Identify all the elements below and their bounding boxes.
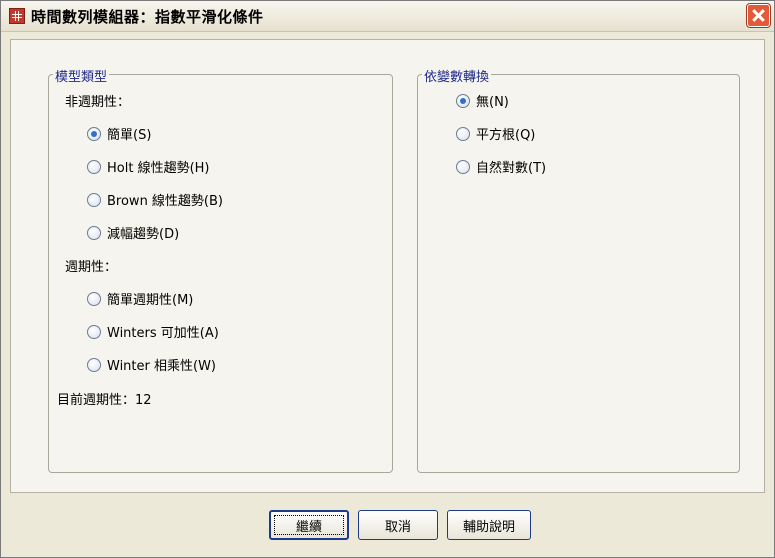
title-bar[interactable]: 時間數列模組器：指數平滑化條件 xyxy=(1,1,774,32)
radio-button-icon[interactable] xyxy=(87,324,101,339)
radio-button-icon[interactable] xyxy=(87,357,101,372)
radio-simple-seasonal[interactable]: 簡單週期性(M) xyxy=(87,289,193,308)
radio-simple[interactable]: 簡單(S) xyxy=(87,124,151,143)
cancel-button[interactable]: 取消 xyxy=(358,510,438,540)
close-button[interactable] xyxy=(747,4,770,27)
radio-button-icon[interactable] xyxy=(456,93,470,108)
dependent-transform-group: 依變數轉換 無(N) 平方根(Q) 自然對數(T) xyxy=(417,66,740,473)
seasonal-heading: 週期性： xyxy=(65,260,118,275)
radio-button-icon[interactable] xyxy=(87,159,101,174)
radio-button-icon[interactable] xyxy=(87,126,101,141)
dialog-window: 時間數列模組器：指數平滑化條件 模型類型 非週期性： 簡單(S) Holt 線性… xyxy=(0,0,775,558)
radio-holt-linear[interactable]: Holt 線性趨勢(H) xyxy=(87,157,210,176)
radio-damped-trend-label: 減幅趨勢(D) xyxy=(107,227,180,242)
current-periodicity: 目前週期性：12 xyxy=(57,393,152,408)
help-button[interactable]: 輔助說明 xyxy=(447,510,531,540)
radio-button-icon[interactable] xyxy=(87,291,101,306)
radio-damped-trend[interactable]: 減幅趨勢(D) xyxy=(87,223,179,242)
radio-winters-multiplicative[interactable]: Winter 相乘性(W) xyxy=(87,355,216,374)
continue-button[interactable]: 繼續 xyxy=(269,510,349,540)
radio-winters-additive[interactable]: Winters 可加性(A) xyxy=(87,322,219,341)
app-table-icon xyxy=(9,8,25,24)
radio-simple-seasonal-label: 簡單週期性(M) xyxy=(107,293,194,308)
nonseasonal-heading: 非週期性： xyxy=(65,95,131,110)
radio-simple-label: 簡單(S) xyxy=(107,128,152,143)
model-type-group: 模型類型 非週期性： 簡單(S) Holt 線性趨勢(H) Brown 線性趨勢… xyxy=(48,66,393,473)
radio-brown-linear[interactable]: Brown 線性趨勢(B) xyxy=(87,190,223,209)
cancel-button-label: 取消 xyxy=(384,519,411,535)
radio-natural-log-label: 自然對數(T) xyxy=(476,161,547,176)
radio-button-icon[interactable] xyxy=(456,126,470,141)
radio-winters-multiplicative-label: Winter 相乘性(W) xyxy=(107,359,216,374)
radio-button-icon[interactable] xyxy=(87,225,101,240)
radio-natural-log[interactable]: 自然對數(T) xyxy=(456,157,546,176)
radio-button-icon[interactable] xyxy=(87,192,101,207)
radio-none[interactable]: 無(N) xyxy=(456,91,509,110)
radio-holt-linear-label: Holt 線性趨勢(H) xyxy=(107,161,210,176)
radio-winters-additive-label: Winters 可加性(A) xyxy=(107,326,219,341)
help-button-label: 輔助說明 xyxy=(462,519,515,535)
window-title: 時間數列模組器：指數平滑化條件 xyxy=(31,8,264,26)
model-type-legend: 模型類型 xyxy=(53,66,110,85)
content-panel: 模型類型 非週期性： 簡單(S) Holt 線性趨勢(H) Brown 線性趨勢… xyxy=(10,39,765,493)
radio-brown-linear-label: Brown 線性趨勢(B) xyxy=(107,194,223,209)
dependent-transform-legend: 依變數轉換 xyxy=(422,66,492,85)
continue-button-label: 繼續 xyxy=(295,519,322,535)
radio-none-label: 無(N) xyxy=(476,95,509,110)
radio-square-root-label: 平方根(Q) xyxy=(476,128,536,143)
radio-button-icon[interactable] xyxy=(456,159,470,174)
radio-square-root[interactable]: 平方根(Q) xyxy=(456,124,535,143)
